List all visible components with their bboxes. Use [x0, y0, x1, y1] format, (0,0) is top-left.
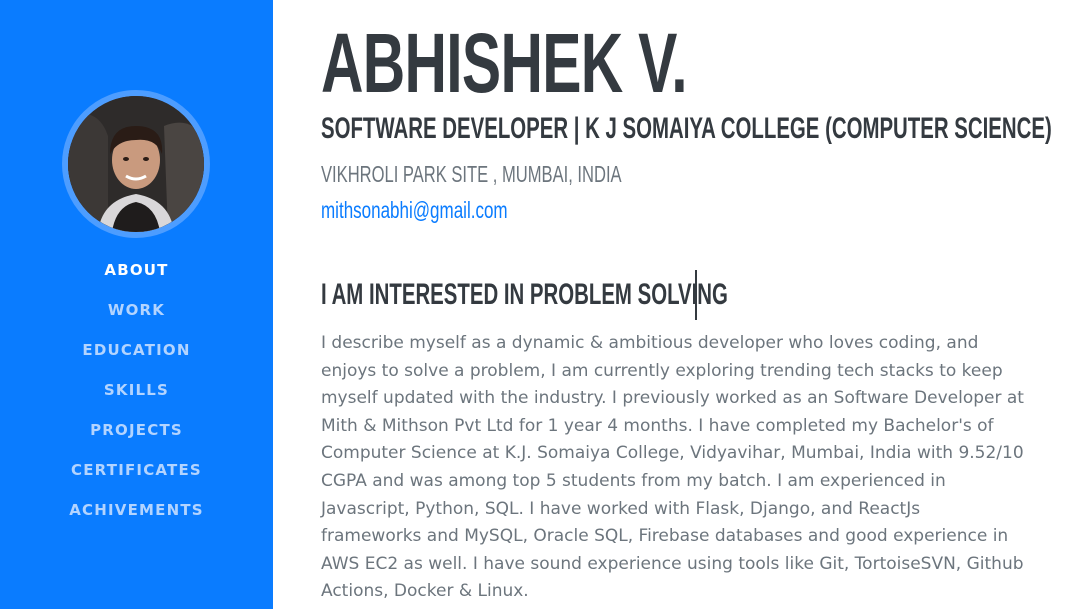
sidebar-item-skills[interactable]: SKILLS	[0, 372, 273, 412]
sidebar-item-achivements[interactable]: ACHIVEMENTS	[0, 492, 273, 532]
profile-subheading: SOFTWARE DEVELOPER | K J SOMAIYA COLLEGE…	[321, 112, 1052, 145]
sidebar-item-certificates[interactable]: CERTIFICATES	[0, 452, 273, 492]
sidebar: ABOUT WORK EDUCATION SKILLS PROJECTS CERTIFIC…	[0, 0, 273, 609]
interest-heading: I AM INTERESTED IN PROBLEM SOLVING	[321, 276, 919, 314]
bio-paragraph: I describe myself as a dynamic & ambitio…	[321, 330, 1031, 606]
bio-line: frameworks and MySQL, Oracle SQL, Fireba…	[321, 526, 1009, 547]
bio-line: Mith & Mithson Pvt Ltd for 1 year 4 mont…	[321, 415, 994, 436]
sidebar-nav: ABOUT WORK EDUCATION SKILLS PROJECTS CERTIFIC…	[0, 252, 273, 532]
sidebar-item-about[interactable]: ABOUT	[0, 252, 273, 292]
sidebar-item-work[interactable]: WORK	[0, 292, 273, 332]
interest-heading-text: I AM INTERESTED IN PROBLEM SOLVING	[321, 278, 728, 311]
bio-line: CGPA and was among top 5 students from m…	[321, 470, 946, 491]
bio-line: Actions, Docker & Linux.	[321, 581, 529, 602]
bio-line: enjoys to solve a problem, I am currentl…	[321, 360, 1003, 381]
bio-line: myself updated with the industry. I prev…	[321, 388, 1024, 409]
profile-name: ABHISHEK V.	[321, 16, 688, 110]
bio-line: Javascript, Python, SQL. I have worked w…	[321, 498, 921, 519]
email-link[interactable]: mithsonabhi@gmail.com	[321, 196, 508, 224]
profile-photo	[68, 96, 204, 232]
profile-address: VIKHROLI PARK SITE , MUMBAI, INDIA	[321, 161, 622, 187]
bio-line: I describe myself as a dynamic & ambitio…	[321, 333, 979, 353]
bio-line: AWS EC2 as well. I have sound experience…	[321, 553, 1024, 574]
bio-line: Computer Science at K.J. Somaiya College…	[321, 443, 1024, 464]
profile-avatar	[62, 90, 210, 238]
typing-caret	[695, 270, 697, 320]
sidebar-item-projects[interactable]: PROJECTS	[0, 412, 273, 452]
sidebar-item-education[interactable]: EDUCATION	[0, 332, 273, 372]
